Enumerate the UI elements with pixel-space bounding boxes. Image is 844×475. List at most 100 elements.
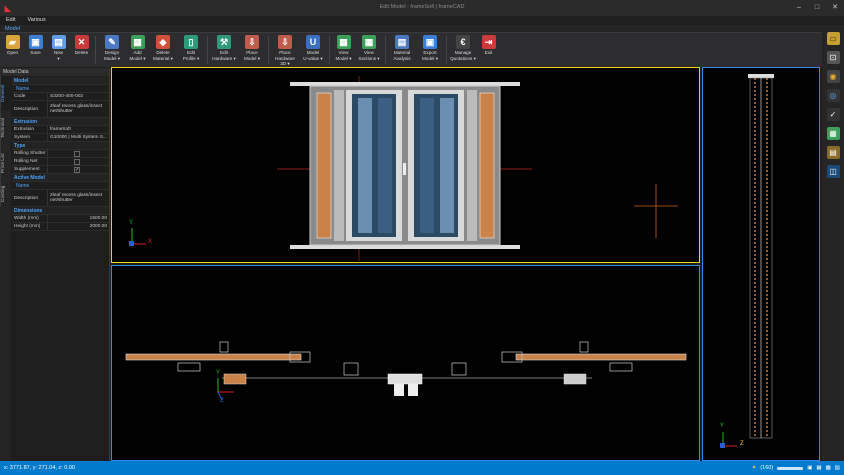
menu-various[interactable]: Various — [21, 16, 51, 25]
ribbon-label: Save — [30, 50, 41, 55]
section-dimensions: Dimensions — [12, 207, 109, 215]
fit-view-icon[interactable]: ▣ — [807, 465, 812, 471]
tab-general[interactable]: General — [0, 76, 11, 110]
ribbon-separator — [329, 36, 330, 64]
place-hardware-button[interactable]: ⇩ Place Hardware 3D ▾ — [272, 33, 298, 67]
edit-profile-icon: ▯ — [184, 35, 198, 49]
delete-button[interactable]: ✕ Delete — [71, 33, 92, 56]
design-model-icon: ✎ — [105, 35, 119, 49]
plan-axis-y-label: Y — [216, 370, 221, 376]
property-label: Width (mm) — [12, 215, 48, 222]
section-name: Name — [12, 85, 109, 93]
folder-icon: ▰ — [5, 35, 20, 49]
exit-button[interactable]: ⇥ Exit — [478, 33, 499, 56]
material-analysis-button[interactable]: ▤ Material Analysis — [389, 33, 415, 61]
view-model-button[interactable]: ▦ View Model ▾ — [333, 33, 354, 61]
supplement-checkbox[interactable]: ✓ — [74, 166, 80, 173]
ribbon-label: Place Hardware 3D ▾ — [275, 50, 295, 66]
minimize-button[interactable]: – — [790, 0, 808, 16]
globe-icon[interactable]: ◉ — [826, 70, 840, 83]
property-row: Width (mm) 1500.00 — [12, 215, 109, 223]
property-label: Code — [12, 93, 48, 100]
ribbon-separator — [385, 36, 386, 64]
rolling-shutter-checkbox[interactable] — [74, 150, 80, 157]
ribbon-tabs: Model — [0, 25, 844, 34]
ribbon-label: Delete Material ▾ — [153, 50, 173, 61]
property-row: Description 2leaf recess glass/insect net… — [12, 101, 109, 118]
add-model-button[interactable]: ▦ Add Model ▾ — [127, 33, 148, 61]
snap-toggle-icon[interactable]: ▩ — [826, 465, 831, 471]
save-icon: ▣ — [28, 35, 43, 49]
ribbon-separator — [268, 36, 269, 64]
place-model-button[interactable]: ⇩ Place Model ▾ — [239, 33, 265, 61]
property-row: Rolling Shutter — [12, 150, 109, 158]
section-name: Name — [12, 182, 109, 190]
rolling-net-checkbox[interactable] — [74, 158, 80, 165]
edit-hardware-icon: ⚒ — [217, 35, 231, 49]
quotations-button[interactable]: € Manage Quotations ▾ — [450, 33, 476, 61]
edit-hardware-button[interactable]: ⚒ Edit Hardware ▾ — [211, 33, 237, 61]
delete-material-button[interactable]: ◆ Delete Material ▾ — [150, 33, 176, 61]
width-value[interactable]: 1500.00 — [48, 216, 109, 222]
tab-technical[interactable]: Technical — [0, 111, 11, 145]
description-value[interactable]: 2leaf recess glass/insect net/shutter — [48, 104, 109, 115]
side-viewport[interactable]: Z Y — [702, 67, 820, 461]
system-value[interactable]: G10000 | Multi System S... — [48, 135, 109, 141]
maximize-button[interactable]: □ — [808, 0, 826, 16]
design-model-button[interactable]: ✎ Design Model ▾ — [99, 33, 125, 61]
height-value[interactable]: 2000.00 — [48, 224, 109, 230]
tab-costing[interactable]: Costing — [0, 181, 11, 207]
u-value-button[interactable]: U Model U-value ▾ — [300, 33, 326, 61]
ribbon-separator — [207, 36, 208, 64]
status-bar: x: 3771.87, y: 271.04, z: 0.00 ✦ (160) ▣… — [0, 461, 844, 475]
extrusion-value[interactable]: frameSoft — [48, 127, 109, 133]
ribbon-label: Edit Profile ▾ — [182, 50, 200, 61]
menu-edit[interactable]: Edit — [0, 16, 21, 25]
ribbon-label: Place Model ▾ — [243, 50, 261, 61]
property-label: Height (mm) — [12, 223, 48, 230]
folder-button[interactable]: ▰ Open — [2, 33, 23, 56]
zoom-level: (160) — [760, 465, 774, 471]
check-icon[interactable]: ✓ — [826, 108, 840, 121]
side-axis-y-label: Y — [720, 423, 725, 429]
view-sections-button[interactable]: ▦ View Sections ▾ — [356, 33, 382, 61]
grid-toggle-icon[interactable]: ▦ — [816, 465, 821, 471]
close-button[interactable]: ✕ — [826, 0, 844, 16]
ortho-toggle-icon[interactable]: ▨ — [835, 465, 840, 471]
layers-icon[interactable]: ▤ — [826, 146, 840, 159]
property-row: Code S3200-400-002 — [12, 93, 109, 101]
section-extrusion: Extrusion — [12, 118, 109, 126]
lightbulb-icon[interactable]: ✦ — [752, 465, 757, 471]
property-row: Rolling Net — [12, 158, 109, 166]
material-analysis-icon: ▤ — [395, 35, 409, 49]
plan-viewport[interactable]: Y Z — [111, 265, 700, 461]
zoom-extents-icon[interactable]: ⊡ — [826, 51, 840, 64]
section-type: Type — [12, 142, 109, 150]
property-label: Description — [12, 101, 48, 117]
split-view-icon[interactable]: ◫ — [826, 165, 840, 178]
code-value[interactable]: S3200-400-002 — [48, 94, 109, 100]
property-row: Supplement ✓ — [12, 166, 109, 174]
tab-price-list[interactable]: Price List — [0, 146, 11, 180]
active-description-value[interactable]: 2leaf recess glass/insect net/shutter — [48, 193, 109, 204]
ribbon-separator — [95, 36, 96, 64]
view-sections-icon: ▦ — [362, 35, 376, 49]
property-row: Description 2leaf recess glass/insect net… — [12, 190, 109, 207]
save-button[interactable]: ▣ Save — [25, 33, 46, 56]
export-model-button[interactable]: ▣ Export Model ▾ — [417, 33, 443, 61]
edit-profile-button[interactable]: ▯ Edit Profile ▾ — [178, 33, 204, 61]
side-drawing — [720, 74, 774, 448]
ruler-icon[interactable]: ▭ — [826, 32, 840, 45]
panel-title: Model Data — [0, 68, 109, 76]
rotate-view-icon[interactable]: ◎ — [826, 89, 840, 102]
ribbon-label: New ▾ — [53, 50, 64, 61]
elevation-viewport[interactable]: X Y — [111, 67, 700, 263]
elevation-drawing — [129, 76, 678, 261]
ribbon-label: Material Analysis — [393, 50, 411, 61]
new-button[interactable]: ▤ New ▾ — [48, 33, 69, 61]
property-label: Supplement — [12, 166, 48, 173]
zoom-slider[interactable] — [777, 466, 804, 470]
axis-y-label: Y — [129, 220, 134, 226]
grid-colors-icon[interactable]: ▦ — [826, 127, 840, 140]
ribbon-label: Edit Hardware ▾ — [212, 50, 236, 61]
